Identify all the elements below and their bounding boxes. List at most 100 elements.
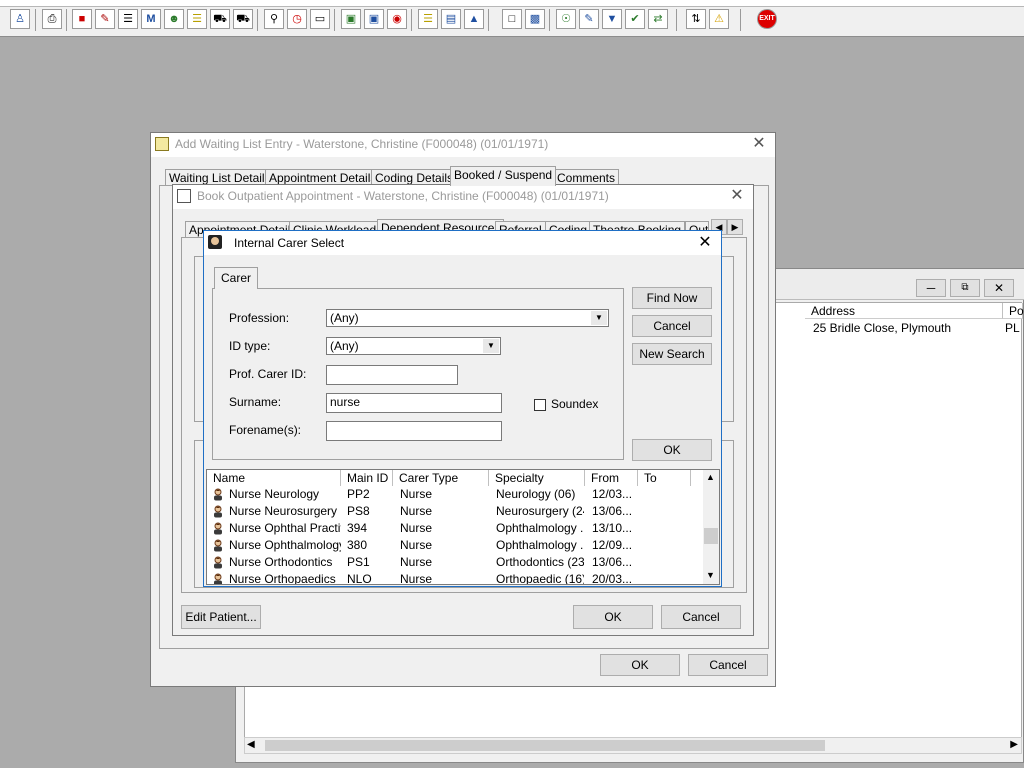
column-header-main-id[interactable]: Main ID — [341, 470, 393, 486]
globe-icon[interactable]: ◉ — [387, 9, 407, 29]
scroll-right-icon[interactable]: ▶ — [1010, 739, 1018, 750]
transfer2-icon[interactable]: ⇅ — [686, 9, 706, 29]
profcarer-input[interactable] — [326, 365, 458, 385]
scroll-down-icon[interactable]: ▼ — [706, 570, 715, 580]
review-icon[interactable]: ✎ — [579, 9, 599, 29]
patient-icon[interactable]: ♙ — [10, 9, 30, 29]
table-row[interactable]: Nurse Orthodontics PS1 Nurse Orthodontics (… — [207, 554, 703, 571]
cell-name: Nurse Orthopaedics — [229, 572, 336, 585]
cell-name: Nurse Ophthal Practit... — [229, 521, 341, 535]
column-header-name[interactable]: Name — [207, 470, 341, 486]
horizontal-scrollbar[interactable]: ◀ ▶ — [244, 737, 1022, 754]
column-header-specialty[interactable]: Specialty — [489, 470, 585, 486]
chevron-down-icon[interactable]: ▼ — [483, 339, 499, 353]
cell-specialty: Neurosurgery (24) — [496, 504, 584, 518]
cancel-button[interactable]: Cancel — [632, 315, 712, 337]
tab-scroll-right-icon[interactable]: ▶ — [727, 219, 743, 235]
m-icon[interactable]: M — [141, 9, 161, 29]
waiting-list-ok-button[interactable]: OK — [600, 654, 680, 676]
cell-specialty: Ophthalmology ... — [496, 538, 584, 552]
forename-input[interactable] — [326, 421, 502, 441]
restore-button[interactable]: ⧉ — [950, 279, 980, 297]
table-row[interactable]: Nurse Neurosurgery PS8 Nurse Neurosurgery (… — [207, 503, 703, 520]
close-icon[interactable]: ✕ — [727, 186, 747, 206]
scroll-thumb[interactable] — [265, 740, 825, 751]
book-appointment-cancel-button[interactable]: Cancel — [661, 605, 741, 629]
person-icon — [212, 505, 224, 518]
find-now-button[interactable]: Find Now — [632, 287, 712, 309]
person-icon[interactable]: ☻ — [164, 9, 184, 29]
column-header-postcode[interactable]: Po — [1003, 303, 1024, 319]
tab-booked-suspend[interactable]: Booked / Suspend — [450, 166, 557, 186]
column-header-to[interactable]: To — [638, 470, 691, 486]
search-icon[interactable]: ⚲ — [264, 9, 284, 29]
cell-specialty: Orthopaedic (16) — [496, 572, 584, 585]
list-icon[interactable]: ☰ — [118, 9, 138, 29]
bed-icon[interactable]: ▤ — [441, 9, 461, 29]
cell-specialty: Neurology (06) — [496, 487, 576, 501]
soundex-checkbox[interactable] — [534, 399, 546, 411]
table-row[interactable]: Nurse Neurology PP2 Nurse Neurology (06) 12/… — [207, 486, 703, 503]
notepad-icon — [155, 137, 169, 151]
new-search-button[interactable]: New Search — [632, 343, 712, 365]
waiting-list-cancel-button[interactable]: Cancel — [688, 654, 768, 676]
close-icon[interactable]: ✕ — [695, 233, 715, 253]
bed2-icon[interactable]: ▲ — [464, 9, 484, 29]
cell-specialty: Orthodontics (23) — [496, 555, 584, 569]
scroll-thumb[interactable] — [704, 528, 718, 544]
chevron-down-icon[interactable]: ▼ — [591, 311, 607, 325]
print-icon[interactable]: ⎙ — [42, 9, 62, 29]
table-row[interactable]: Nurse Orthopaedics NLO Nurse Orthopaedic (1… — [207, 571, 703, 585]
scroll-up-icon[interactable]: ▲ — [706, 472, 715, 482]
column-header-carer-type[interactable]: Carer Type — [393, 470, 489, 486]
screen2-icon[interactable]: ▣ — [364, 9, 384, 29]
person-icon — [212, 573, 224, 584]
column-header-from[interactable]: From — [585, 470, 638, 486]
profession-select[interactable]: (Any) ▼ — [326, 309, 609, 327]
table-row[interactable]: Nurse Ophthal Practit... 394 Nurse Ophthalm… — [207, 520, 703, 537]
edit-icon[interactable]: ✎ — [95, 9, 115, 29]
carer-results-list: Name Main ID Carer Type Specialty From T… — [206, 469, 720, 585]
idtype-label: ID type: — [229, 339, 271, 353]
close-button[interactable]: ✕ — [984, 279, 1014, 297]
surname-input[interactable]: nurse — [326, 393, 502, 413]
cell-id: 380 — [347, 538, 368, 552]
close-icon[interactable]: ✕ — [749, 134, 769, 154]
person-icon — [212, 522, 224, 535]
main-toolbar: ♙ ⎙ ■ ✎ ☰ M ☻ ☰ ⛟ ⛟ ⚲ ◷ ▭ ▣ ▣ ◉ ☰ ▤ ▲ □ … — [0, 0, 1024, 37]
edit-patient-button[interactable]: Edit Patient... — [181, 605, 261, 629]
book-appointment-title: Book Outpatient Appointment - Waterstone… — [197, 189, 609, 203]
ok-button[interactable]: OK — [632, 439, 712, 461]
column-header-address[interactable]: Address — [805, 303, 1003, 319]
tab-carer[interactable]: Carer — [214, 267, 259, 289]
profession-label: Profession: — [229, 311, 290, 325]
transfer-icon[interactable]: ⇄ — [648, 9, 668, 29]
notes-icon[interactable]: ☰ — [187, 9, 207, 29]
download-icon[interactable]: ▼ — [602, 9, 622, 29]
idtype-select[interactable]: (Any) ▼ — [326, 337, 501, 355]
cell-id: 394 — [347, 521, 368, 535]
notepad-icon[interactable]: ☰ — [418, 9, 438, 29]
check-icon[interactable]: ✔ — [625, 9, 645, 29]
book-appointment-ok-button[interactable]: OK — [573, 605, 653, 629]
clock-icon[interactable]: ◷ — [287, 9, 307, 29]
screen-icon[interactable]: ▣ — [341, 9, 361, 29]
cell-id: PS1 — [347, 555, 370, 569]
vertical-scrollbar[interactable]: ▲ ▼ — [703, 470, 719, 584]
table-row[interactable]: Nurse Ophthalmology... 380 Nurse Ophthalmol… — [207, 537, 703, 554]
network-icon[interactable]: ☉ — [556, 9, 576, 29]
scroll-left-icon[interactable]: ◀ — [247, 739, 255, 750]
ambulance-icon[interactable]: ⛟ — [210, 9, 230, 29]
cell-id: PP2 — [347, 487, 370, 501]
warning-icon[interactable]: ⚠ — [709, 9, 729, 29]
ambulance2-icon[interactable]: ⛟ — [233, 9, 253, 29]
chart-icon[interactable]: ▩ — [525, 9, 545, 29]
exit-icon[interactable]: EXIT — [757, 9, 777, 29]
soundex-label: Soundex — [551, 397, 599, 411]
monitor-icon[interactable]: ▭ — [310, 9, 330, 29]
book-icon[interactable]: ■ — [72, 9, 92, 29]
cell-type: Nurse — [400, 504, 433, 518]
document-icon[interactable]: □ — [502, 9, 522, 29]
cell-name: Nurse Neurosurgery — [229, 504, 338, 518]
minimize-button[interactable]: ─ — [916, 279, 946, 297]
